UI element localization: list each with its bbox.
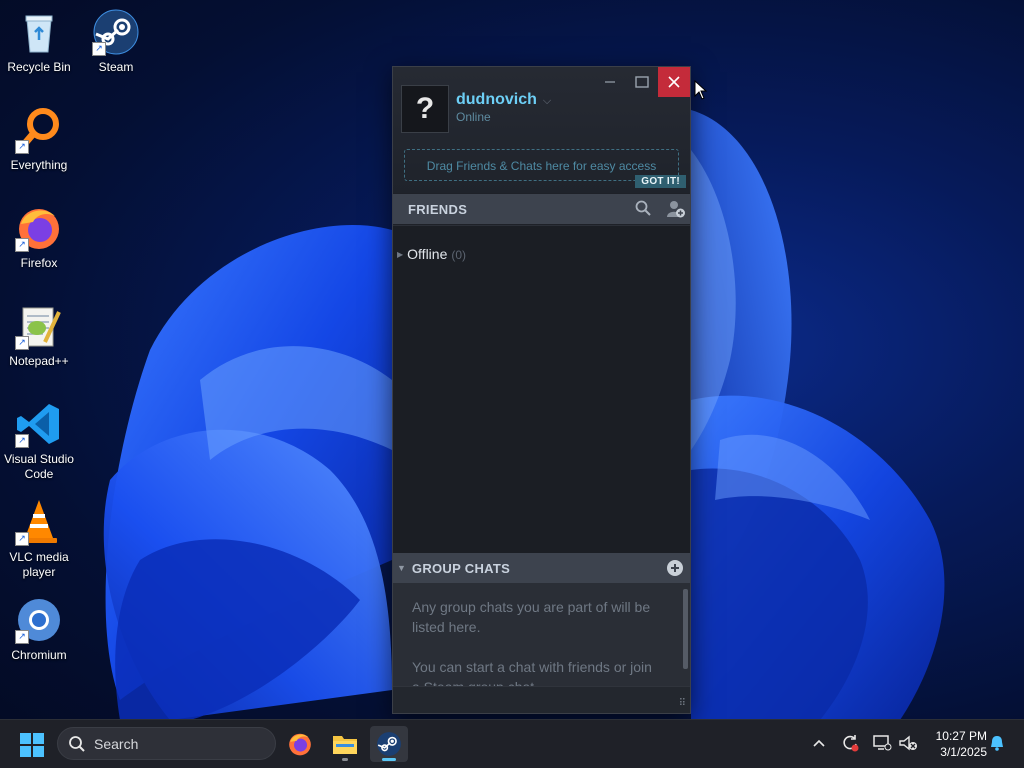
desktop-icon-label: Chromium (11, 648, 67, 662)
desktop-icon-firefox[interactable]: ↗ Firefox (0, 204, 78, 271)
steam-friends-window[interactable]: ? dudnovich ⌵ Online Drag Friends & Chats… (392, 66, 691, 714)
desktop-icon-label: Recycle Bin (7, 60, 71, 74)
minimize-icon (605, 81, 615, 83)
shortcut-arrow-icon: ↗ (15, 532, 29, 546)
window-header: ? dudnovich ⌵ Online Drag Friends & Chats… (393, 67, 690, 193)
notification-bell-icon[interactable] (987, 733, 1007, 753)
close-icon (668, 76, 680, 88)
group-chats-scrollbar[interactable] (683, 589, 688, 669)
start-button[interactable] (20, 733, 44, 757)
desktop-icon-vscode[interactable]: ↗ Visual Studio Code (0, 400, 78, 482)
taskbar-steam[interactable] (370, 726, 408, 762)
desktop-icon-label: Steam (98, 60, 134, 74)
shortcut-arrow-icon: ↗ (15, 336, 29, 350)
chromium-icon: ↗ (15, 596, 63, 644)
vlc-cone-icon: ↗ (15, 498, 63, 546)
search-placeholder: Search (94, 736, 139, 752)
close-button[interactable] (658, 67, 690, 97)
username-dropdown[interactable]: dudnovich ⌵ (456, 91, 551, 109)
got-it-button[interactable]: GOT IT! (635, 175, 686, 188)
desktop-icon-recycle-bin[interactable]: Recycle Bin (0, 8, 78, 75)
show-hidden-icons-chevron-up-icon[interactable] (809, 733, 829, 753)
taskbar-firefox[interactable] (281, 726, 319, 762)
group-chats-header-label: GROUP CHATS (411, 560, 511, 576)
clock-date: 3/1/2025 (940, 745, 987, 759)
caret-right-icon: ▶ (397, 250, 404, 259)
shortcut-arrow-icon: ↗ (15, 434, 29, 448)
resize-grip-icon[interactable]: ⠿ (679, 698, 686, 709)
chevron-down-icon: ⌵ (542, 95, 552, 107)
desktop-icon-label: Firefox (20, 256, 58, 270)
network-icon[interactable] (872, 733, 892, 753)
system-clock[interactable]: 10:27 PM 3/1/2025 (925, 728, 987, 760)
add-friend-icon[interactable] (666, 199, 686, 224)
recycle-bin-icon (15, 8, 63, 56)
drag-hint-text: Drag Friends & Chats here for easy acces… (426, 159, 657, 173)
group-chats-empty-text: Any group chats you are part of will be … (412, 597, 652, 689)
maximize-button[interactable] (626, 67, 658, 97)
volume-muted-icon[interactable] (898, 733, 918, 753)
offline-group-toggle[interactable]: ▶ Offline (0) (397, 246, 466, 262)
taskbar-file-explorer[interactable] (326, 726, 364, 762)
shortcut-arrow-icon: ↗ (15, 238, 29, 252)
firefox-icon: ↗ (15, 204, 63, 252)
group-chats-text-1: Any group chats you are part of will be … (412, 599, 651, 635)
taskbar-search-box[interactable]: Search (57, 727, 276, 760)
sync-error-icon[interactable] (840, 733, 860, 753)
steam-icon: ↗ (92, 8, 140, 56)
add-group-chat-icon[interactable] (666, 559, 684, 582)
chevron-down-icon: ▼ (397, 563, 406, 573)
group-chats-text-2: You can start a chat with friends or joi… (412, 659, 652, 689)
desktop-icon-label: Notepad++ (9, 354, 69, 368)
desktop-icon-chromium[interactable]: ↗ Chromium (0, 596, 78, 663)
desktop-icon-vlc[interactable]: ↗ VLC media player (0, 498, 78, 580)
taskbar: Search 10:27 PM 3/1/2025 (0, 719, 1024, 768)
search-icon[interactable] (634, 199, 652, 224)
group-chats-section-header[interactable]: ▼ GROUP CHATS (393, 553, 690, 583)
shortcut-arrow-icon: ↗ (15, 630, 29, 644)
everything-search-icon: ↗ (15, 106, 63, 154)
offline-label: Offline (407, 246, 448, 262)
friends-section-header[interactable]: FRIENDS (393, 194, 690, 224)
friends-actions (634, 199, 686, 224)
status-label: Online (456, 110, 491, 124)
desktop-icon-label: Everything (10, 158, 68, 172)
friends-header-label: FRIENDS (408, 201, 468, 217)
offline-count: (0) (451, 248, 467, 262)
shortcut-arrow-icon: ↗ (15, 140, 29, 154)
desktop-icon-everything[interactable]: ↗ Everything (0, 106, 78, 173)
desktop-icon-notepadpp[interactable]: ↗ Notepad++ (0, 302, 78, 369)
username-label: dudnovich (456, 91, 537, 108)
notepadpp-icon: ↗ (15, 302, 63, 350)
folder-icon (333, 736, 357, 754)
group-chats-list: Any group chats you are part of will be … (393, 583, 690, 689)
steam-icon (377, 732, 401, 756)
desktop-icon-label: Visual Studio Code (4, 452, 74, 481)
friends-list: ▶ Offline (0) (393, 225, 690, 554)
active-indicator (382, 758, 396, 761)
minimize-button[interactable] (594, 67, 626, 97)
desktop-icon-steam[interactable]: ↗ Steam (77, 8, 155, 75)
vscode-icon: ↗ (15, 400, 63, 448)
clock-time: 10:27 PM (935, 729, 987, 743)
windows-logo-icon (20, 733, 44, 757)
shortcut-arrow-icon: ↗ (92, 42, 106, 56)
firefox-icon (289, 733, 311, 756)
desktop-icon-label: VLC media player (9, 550, 69, 579)
running-indicator (342, 758, 348, 761)
window-controls (594, 67, 690, 97)
window-footer: ⠿ (393, 686, 690, 713)
maximize-icon (635, 76, 649, 88)
search-icon (68, 735, 86, 757)
avatar[interactable]: ? (401, 85, 449, 133)
mouse-cursor-icon (694, 79, 708, 104)
